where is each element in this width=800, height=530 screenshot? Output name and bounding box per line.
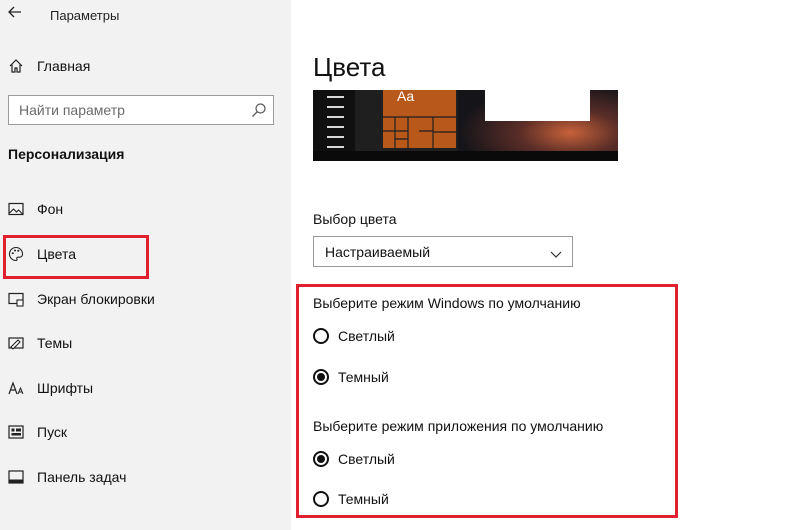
- sidebar-item-label: Темы: [37, 335, 73, 351]
- preview-sample-text: Aa: [397, 90, 415, 104]
- themes-icon: [7, 334, 25, 352]
- section-title: Персонализация: [8, 146, 125, 162]
- color-choice-label: Выбор цвета: [313, 211, 397, 227]
- sidebar-item-label: Панель задач: [37, 469, 127, 485]
- search-icon[interactable]: [251, 102, 267, 123]
- sidebar-item-themes[interactable]: Темы: [7, 332, 72, 354]
- start-icon: [7, 423, 25, 441]
- sidebar-item-label: Фон: [37, 201, 64, 217]
- sidebar-item-lock-screen[interactable]: Экран блокировки: [7, 288, 155, 310]
- page-title: Цвета: [313, 52, 386, 82]
- search-input[interactable]: [19, 101, 239, 119]
- search-box[interactable]: [8, 95, 274, 125]
- sidebar-item-start[interactable]: Пуск: [7, 421, 67, 443]
- color-choice-value: Настраиваемый: [325, 244, 431, 260]
- back-arrow-icon[interactable]: [8, 5, 26, 25]
- sidebar-item-label: Экран блокировки: [37, 291, 155, 307]
- fonts-icon: [7, 379, 25, 397]
- nav-home-label: Главная: [37, 58, 91, 74]
- home-icon: [7, 57, 25, 75]
- sidebar-item-taskbar[interactable]: Панель задач: [7, 466, 126, 488]
- sidebar-item-label: Пуск: [37, 424, 68, 440]
- highlight-mode-section: [296, 284, 678, 518]
- app-title: Параметры: [50, 8, 120, 23]
- main-content: Цвета Aa Выбор цвета Настраиваемый Выбер…: [291, 0, 800, 530]
- theme-preview-image: [313, 90, 618, 161]
- picture-icon: [7, 200, 25, 218]
- theme-preview: Aa: [313, 90, 618, 161]
- sidebar-item-background[interactable]: Фон: [7, 198, 63, 220]
- chevron-down-icon: [550, 246, 562, 264]
- sidebar: Параметры Главная Персонализация Фон Цве…: [0, 0, 291, 530]
- color-choice-dropdown[interactable]: Настраиваемый: [313, 236, 573, 267]
- taskbar-icon: [7, 468, 25, 486]
- lock-screen-icon: [7, 290, 25, 308]
- highlight-colors-item: [3, 235, 149, 279]
- sidebar-item-fonts[interactable]: Шрифты: [7, 377, 93, 399]
- nav-home[interactable]: Главная: [7, 55, 90, 77]
- sidebar-item-label: Шрифты: [37, 380, 94, 396]
